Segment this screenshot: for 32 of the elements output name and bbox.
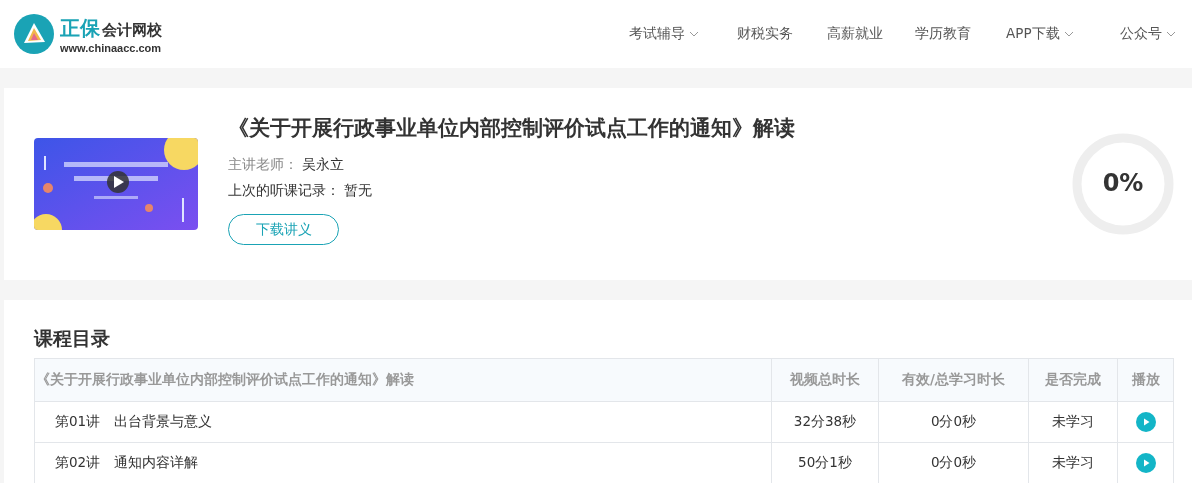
nav-link[interactable]: 高薪就业 [827,25,915,43]
nav-link[interactable]: 财税实务 [737,25,827,43]
section-title: 课程目录 [34,326,111,351]
teacher-name: 吴永立 [302,156,344,174]
column-header: 有效/总学习时长 [878,358,1029,402]
course-title: 《关于开展行政事业单位内部控制评价试点工作的通知》解读 [228,115,796,142]
nav-link[interactable]: 考试辅导 [629,25,737,43]
studied-cell: 0分0秒 [878,401,1029,443]
logo-brand: 正保 [60,15,100,40]
lecture-cell: 第02讲 通知内容详解 [34,442,772,483]
play-icon[interactable] [1135,412,1156,432]
status-cell: 未学习 [1028,401,1118,443]
teacher-label: 主讲老师： [228,156,298,174]
duration-cell: 32分38秒 [771,401,879,443]
nav-link[interactable]: APP下载 [1006,25,1120,43]
nav-link[interactable]: 公众号 [1120,25,1180,43]
column-header: 播放 [1117,358,1174,402]
logo-url: www.chinaacc.com [60,41,162,54]
chevron-down-icon [689,31,699,37]
logo-icon [14,14,54,54]
record-value: 暂无 [344,182,372,200]
logo-name: 会计网校 [102,20,162,39]
lecture-cell: 第01讲 出台背景与意义 [34,401,772,443]
chevron-down-icon [1063,31,1074,37]
chevron-down-icon [1166,31,1176,37]
nav-link[interactable]: 学历教育 [915,25,1006,43]
progress-percent: 0% [1101,169,1145,197]
record-label: 上次的听课记录： [228,182,340,200]
column-header: 视频总时长 [771,358,879,402]
column-header: 《关于开展行政事业单位内部控制评价试点工作的通知》解读 [34,358,772,402]
column-header: 是否完成 [1028,358,1118,402]
play-icon[interactable] [1135,453,1156,473]
